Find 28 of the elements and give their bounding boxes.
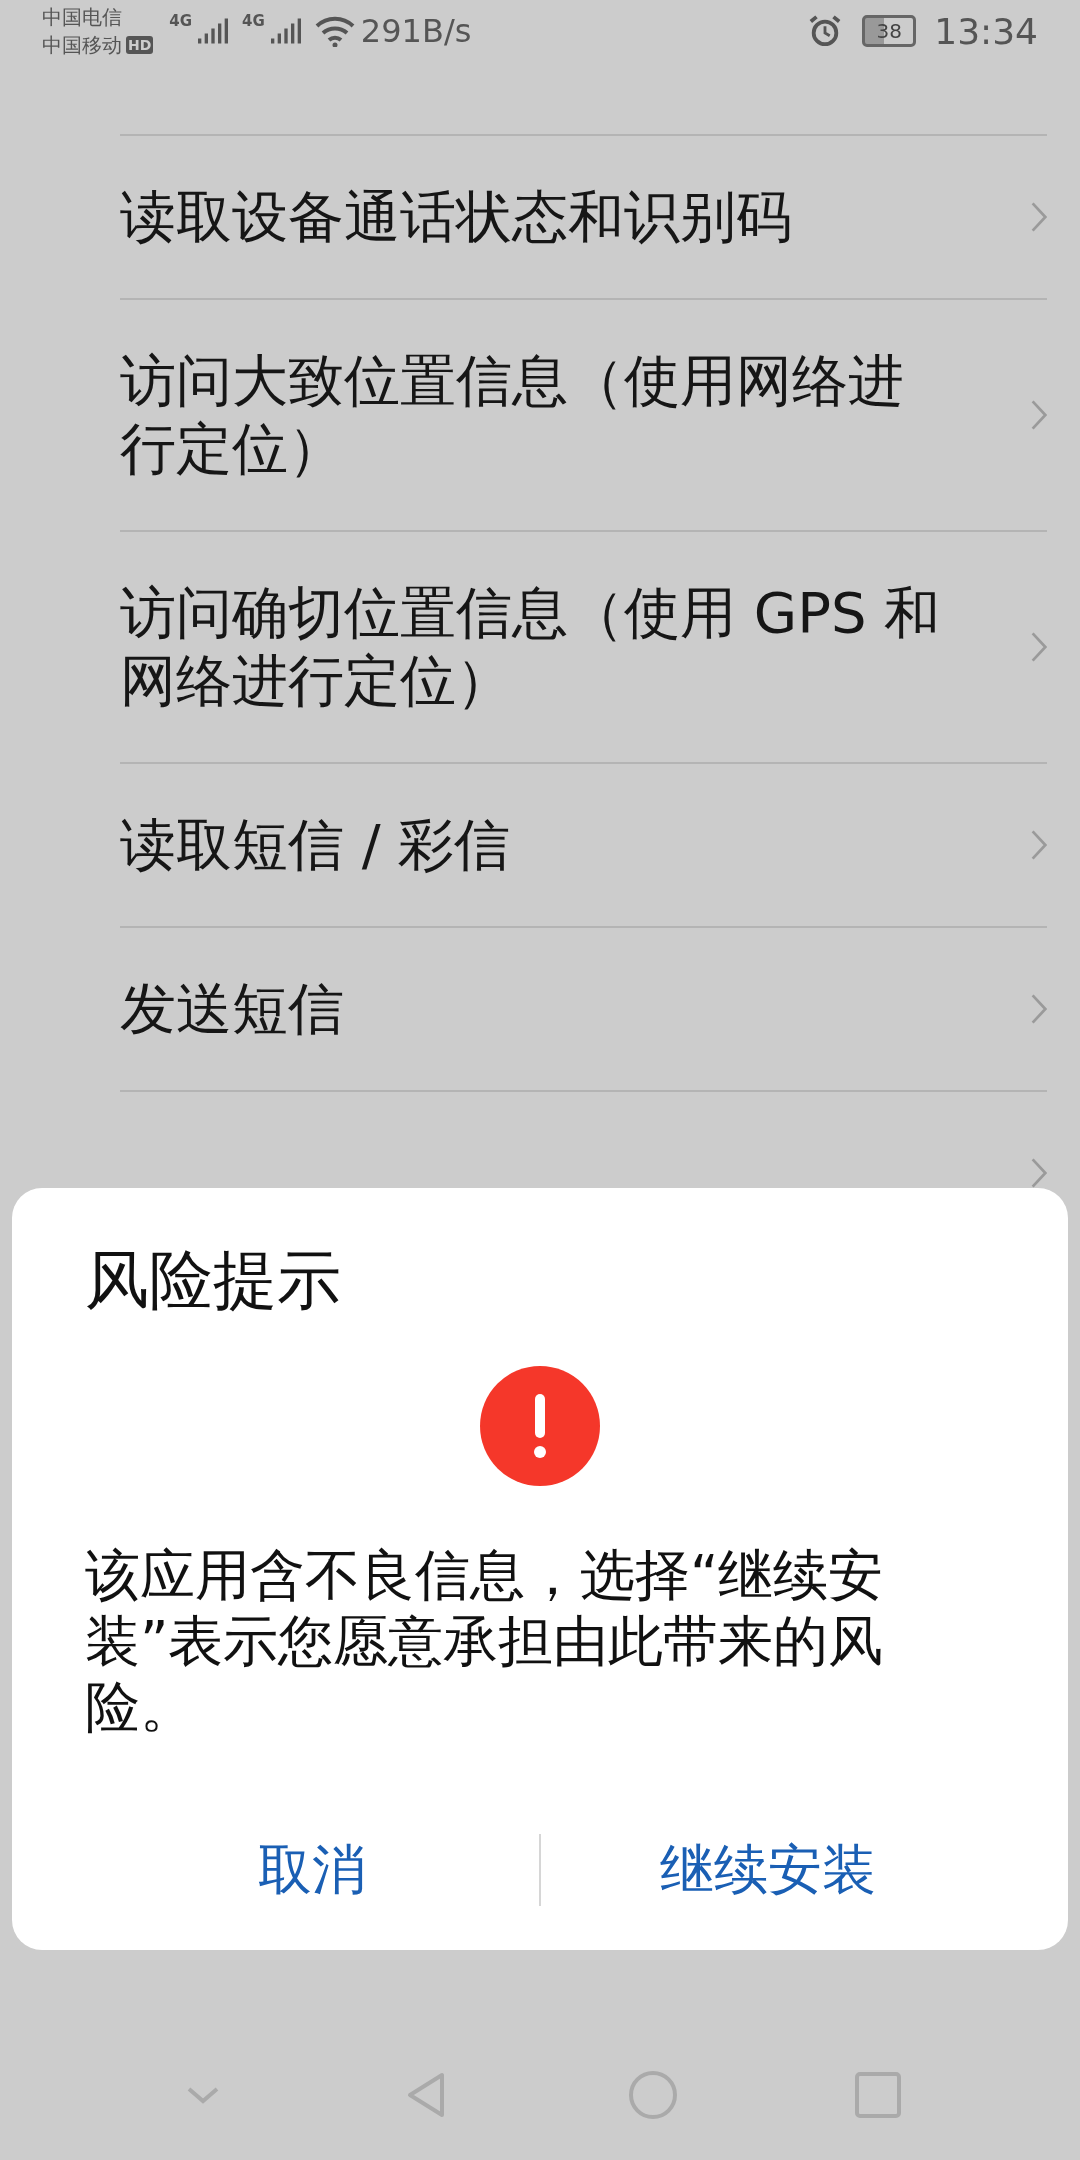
permission-item[interactable]: 访问大致位置信息（使用网络进行定位） xyxy=(120,300,1047,532)
chevron-icon xyxy=(1031,994,1047,1024)
alarm-icon xyxy=(808,14,843,48)
chevron-icon xyxy=(1031,202,1047,232)
permission-item[interactable]: 读取短信 / 彩信 xyxy=(120,764,1047,928)
battery-icon: 38 xyxy=(862,15,917,47)
signal-icon xyxy=(198,18,229,44)
carrier-name: 中国移动 xyxy=(42,32,122,59)
network-type: 4G xyxy=(169,12,193,30)
network-speed: 291B/s xyxy=(360,12,472,50)
dialog-title: 风险提示 xyxy=(85,1242,341,1319)
chevron-icon xyxy=(1031,830,1047,860)
chevron-icon xyxy=(1031,632,1047,662)
carrier-name: 中国电信 xyxy=(42,4,123,31)
clock-time: 13:34 xyxy=(934,10,1038,52)
permission-item[interactable]: 读取设备通话状态和识别码 xyxy=(120,136,1047,300)
chevron-icon xyxy=(1031,1158,1047,1188)
cancel-button[interactable]: 取消 xyxy=(85,1810,539,1930)
hd-badge: HD xyxy=(126,36,154,54)
continue-install-button[interactable]: 继续安装 xyxy=(541,1810,995,1930)
chevron-icon xyxy=(1031,400,1047,430)
signal-icon xyxy=(270,18,301,44)
dialog-message: 该应用含不良信息，选择“继续安装”表示您愿意承担由此带来的风险。 xyxy=(85,1542,885,1740)
permission-item[interactable]: 发送短信 xyxy=(120,928,1047,1092)
wifi-icon xyxy=(314,15,355,47)
permission-item[interactable]: 访问确切位置信息（使用 GPS 和网络进行定位） xyxy=(120,532,1047,764)
network-type: 4G xyxy=(242,12,265,30)
warning-icon xyxy=(480,1366,600,1486)
